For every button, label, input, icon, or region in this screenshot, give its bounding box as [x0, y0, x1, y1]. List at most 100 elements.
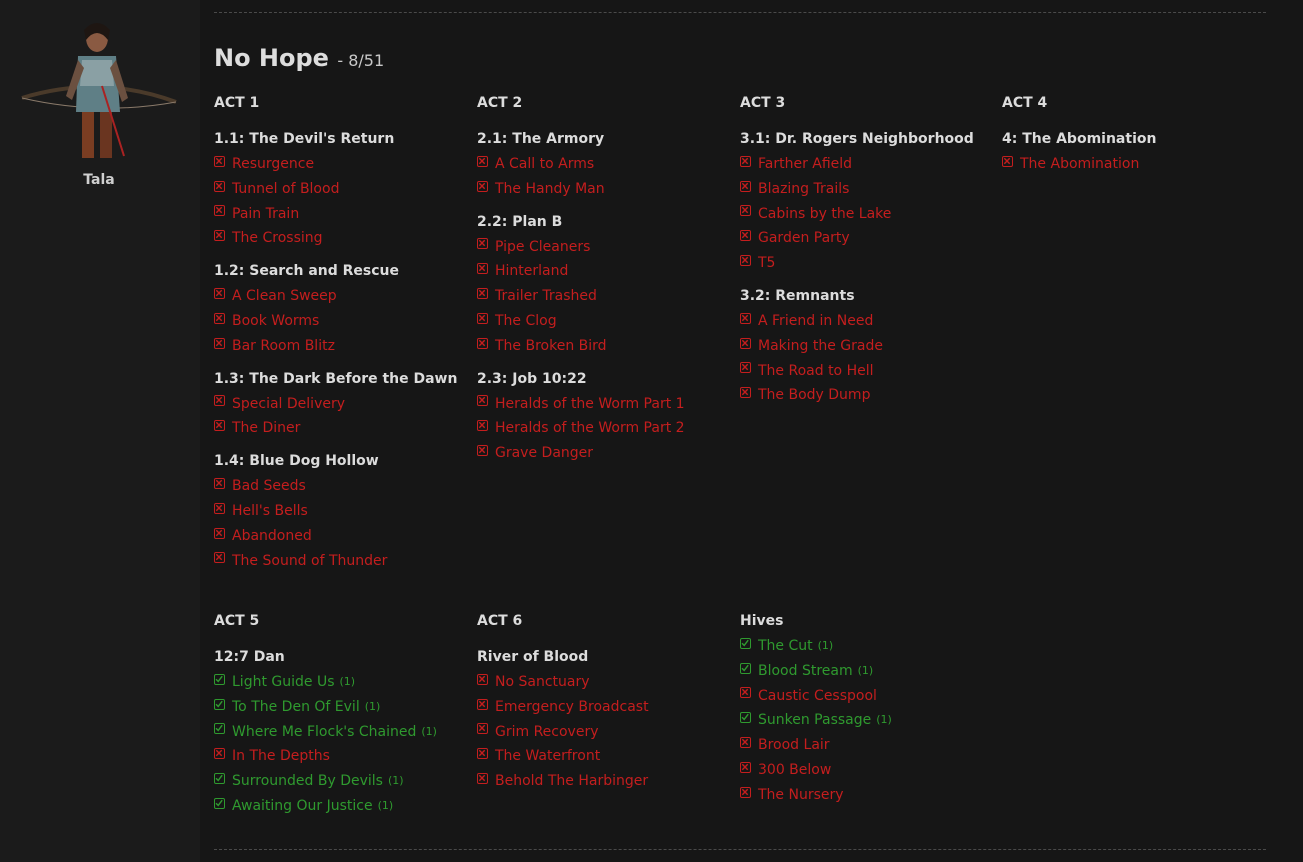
mission-item[interactable]: Grave Danger — [477, 441, 727, 466]
mission-item[interactable]: Garden Party — [740, 226, 990, 251]
checkbox-checked-icon[interactable] — [214, 723, 225, 735]
checkbox-x-icon[interactable] — [477, 263, 488, 275]
mission-item[interactable]: The Handy Man — [477, 177, 727, 202]
mission-item[interactable]: Pain Train — [214, 202, 464, 227]
checkbox-x-icon[interactable] — [477, 420, 488, 432]
checkbox-x-icon[interactable] — [477, 180, 488, 192]
checkbox-x-icon[interactable] — [740, 312, 751, 324]
checkbox-x-icon[interactable] — [214, 478, 225, 490]
mission-item[interactable]: The Broken Bird — [477, 334, 727, 359]
mission-item[interactable]: Hell's Bells — [214, 499, 464, 524]
mission-item[interactable]: Bar Room Blitz — [214, 334, 464, 359]
mission-item[interactable]: Special Delivery — [214, 392, 464, 417]
mission-item[interactable]: Blazing Trails — [740, 177, 990, 202]
checkbox-x-icon[interactable] — [477, 773, 488, 785]
checkbox-x-icon[interactable] — [214, 155, 225, 167]
mission-item[interactable]: In The Depths — [214, 744, 464, 769]
mission-item[interactable]: The Road to Hell — [740, 359, 990, 384]
checkbox-x-icon[interactable] — [214, 180, 225, 192]
mission-item[interactable]: Heralds of the Worm Part 1 — [477, 392, 727, 417]
mission-item[interactable]: Awaiting Our Justice (1) — [214, 794, 464, 819]
mission-item[interactable]: Surrounded By Devils (1) — [214, 769, 464, 794]
checkbox-checked-icon[interactable] — [214, 698, 225, 710]
mission-item[interactable]: The Cut (1) — [740, 634, 990, 659]
mission-item[interactable]: Abandoned — [214, 524, 464, 549]
mission-item[interactable]: Light Guide Us (1) — [214, 670, 464, 695]
checkbox-x-icon[interactable] — [740, 205, 751, 217]
checkbox-checked-icon[interactable] — [740, 637, 751, 649]
checkbox-x-icon[interactable] — [740, 761, 751, 773]
checkbox-x-icon[interactable] — [214, 337, 225, 349]
mission-item[interactable]: The Waterfront — [477, 744, 727, 769]
mission-item[interactable]: The Sound of Thunder — [214, 549, 464, 574]
mission-item[interactable]: Making the Grade — [740, 334, 990, 359]
checkbox-x-icon[interactable] — [214, 502, 225, 514]
mission-item[interactable]: The Body Dump — [740, 383, 990, 408]
checkbox-x-icon[interactable] — [214, 527, 225, 539]
checkbox-x-icon[interactable] — [477, 748, 488, 760]
checkbox-x-icon[interactable] — [214, 748, 225, 760]
mission-item[interactable]: Brood Lair — [740, 733, 990, 758]
checkbox-checked-icon[interactable] — [740, 662, 751, 674]
checkbox-x-icon[interactable] — [740, 180, 751, 192]
checkbox-x-icon[interactable] — [740, 362, 751, 374]
checkbox-x-icon[interactable] — [477, 288, 488, 300]
mission-item[interactable]: The Nursery — [740, 783, 990, 808]
mission-item[interactable]: The Clog — [477, 309, 727, 334]
mission-item[interactable]: The Crossing — [214, 226, 464, 251]
checkbox-checked-icon[interactable] — [214, 673, 225, 685]
checkbox-x-icon[interactable] — [214, 312, 225, 324]
mission-item[interactable]: Bad Seeds — [214, 474, 464, 499]
mission-item[interactable]: 300 Below — [740, 758, 990, 783]
mission-item[interactable]: Emergency Broadcast — [477, 695, 727, 720]
mission-item[interactable]: Grim Recovery — [477, 720, 727, 745]
checkbox-x-icon[interactable] — [740, 155, 751, 167]
checkbox-x-icon[interactable] — [477, 698, 488, 710]
mission-item[interactable]: A Friend in Need — [740, 309, 990, 334]
checkbox-x-icon[interactable] — [477, 238, 488, 250]
checkbox-x-icon[interactable] — [740, 387, 751, 399]
mission-item[interactable]: Blood Stream (1) — [740, 659, 990, 684]
mission-item[interactable]: The Diner — [214, 416, 464, 441]
mission-item[interactable]: Pipe Cleaners — [477, 235, 727, 260]
checkbox-x-icon[interactable] — [477, 445, 488, 457]
mission-item[interactable]: A Clean Sweep — [214, 284, 464, 309]
checkbox-x-icon[interactable] — [214, 395, 225, 407]
checkbox-x-icon[interactable] — [477, 337, 488, 349]
checkbox-x-icon[interactable] — [740, 737, 751, 749]
checkbox-x-icon[interactable] — [740, 687, 751, 699]
mission-item[interactable]: Farther Afield — [740, 152, 990, 177]
mission-item[interactable]: Sunken Passage (1) — [740, 708, 990, 733]
checkbox-x-icon[interactable] — [214, 230, 225, 242]
mission-item[interactable]: Hinterland — [477, 259, 727, 284]
mission-item[interactable]: Behold The Harbinger — [477, 769, 727, 794]
mission-item[interactable]: Where Me Flock's Chained (1) — [214, 720, 464, 745]
mission-item[interactable]: Tunnel of Blood — [214, 177, 464, 202]
mission-item[interactable]: To The Den Of Evil (1) — [214, 695, 464, 720]
checkbox-x-icon[interactable] — [477, 723, 488, 735]
checkbox-checked-icon[interactable] — [740, 712, 751, 724]
mission-item[interactable]: Book Worms — [214, 309, 464, 334]
checkbox-x-icon[interactable] — [477, 395, 488, 407]
checkbox-x-icon[interactable] — [214, 288, 225, 300]
checkbox-checked-icon[interactable] — [214, 797, 225, 809]
checkbox-x-icon[interactable] — [477, 673, 488, 685]
mission-item[interactable]: Cabins by the Lake — [740, 202, 990, 227]
mission-item[interactable]: Trailer Trashed — [477, 284, 727, 309]
checkbox-x-icon[interactable] — [740, 230, 751, 242]
checkbox-x-icon[interactable] — [214, 420, 225, 432]
checkbox-x-icon[interactable] — [214, 552, 225, 564]
checkbox-x-icon[interactable] — [740, 337, 751, 349]
checkbox-x-icon[interactable] — [740, 255, 751, 267]
checkbox-x-icon[interactable] — [740, 786, 751, 798]
mission-item[interactable]: The Abomination — [1002, 152, 1252, 177]
mission-item[interactable]: Resurgence — [214, 152, 464, 177]
checkbox-checked-icon[interactable] — [214, 773, 225, 785]
checkbox-x-icon[interactable] — [214, 205, 225, 217]
mission-item[interactable]: T5 — [740, 251, 990, 276]
checkbox-x-icon[interactable] — [1002, 155, 1013, 167]
mission-item[interactable]: Caustic Cesspool — [740, 684, 990, 709]
mission-item[interactable]: A Call to Arms — [477, 152, 727, 177]
mission-item[interactable]: No Sanctuary — [477, 670, 727, 695]
checkbox-x-icon[interactable] — [477, 155, 488, 167]
